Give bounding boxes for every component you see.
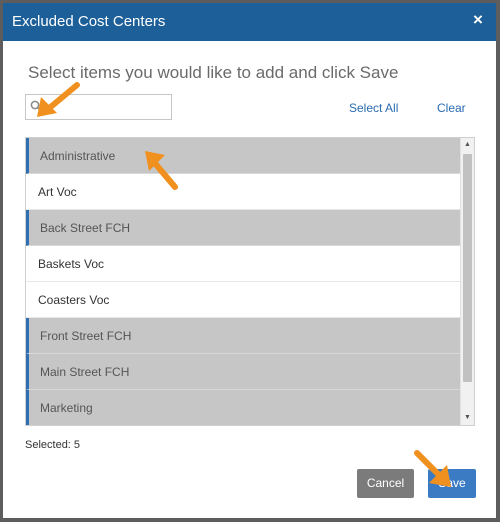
dialog-header: Excluded Cost Centers × [3,3,496,41]
save-button[interactable]: Save [428,469,476,498]
list-item[interactable]: Baskets Voc [26,246,460,282]
scroll-down-icon[interactable]: ▼ [461,411,474,425]
list-item-label: Marketing [40,401,93,415]
cancel-button[interactable]: Cancel [357,469,414,498]
clear-link[interactable]: Clear [437,101,466,115]
list-item[interactable]: Art Voc [26,174,460,210]
list-item-label: Coasters Voc [38,293,110,307]
list-item[interactable]: Main Street FCH [26,354,460,390]
scrollbar-thumb[interactable] [463,154,472,382]
search-box[interactable] [25,94,172,120]
list-rows: Administrative Art Voc Back Street FCH Bask… [26,138,460,425]
dialog-title: Excluded Cost Centers [12,13,166,30]
close-icon[interactable]: × [470,11,486,28]
list-item-label: Art Voc [38,185,77,199]
list-scrollbar[interactable]: ▲ ▼ [460,138,474,425]
search-input[interactable] [46,97,172,119]
list-item-label: Main Street FCH [40,365,130,379]
list-item-label: Administrative [40,149,116,163]
select-all-link[interactable]: Select All [349,101,398,115]
selected-count: Selected: 5 [25,439,81,451]
cost-center-list: Administrative Art Voc Back Street FCH Bask… [25,137,475,426]
list-item-label: Front Street FCH [40,329,132,343]
search-icon [30,100,42,112]
list-item[interactable]: Administrative [26,138,460,174]
list-item[interactable]: Front Street FCH [26,318,460,354]
list-item-label: Back Street FCH [40,221,131,235]
list-item[interactable]: Marketing [26,390,460,425]
list-item-label: Baskets Voc [38,257,105,271]
excluded-cost-centers-dialog: Excluded Cost Centers × Select items you… [3,3,496,518]
list-item[interactable]: Coasters Voc [26,282,460,318]
list-item[interactable]: Back Street FCH [26,210,460,246]
instruction-text: Select items you would like to add and c… [28,63,399,82]
scroll-up-icon[interactable]: ▲ [461,138,474,152]
